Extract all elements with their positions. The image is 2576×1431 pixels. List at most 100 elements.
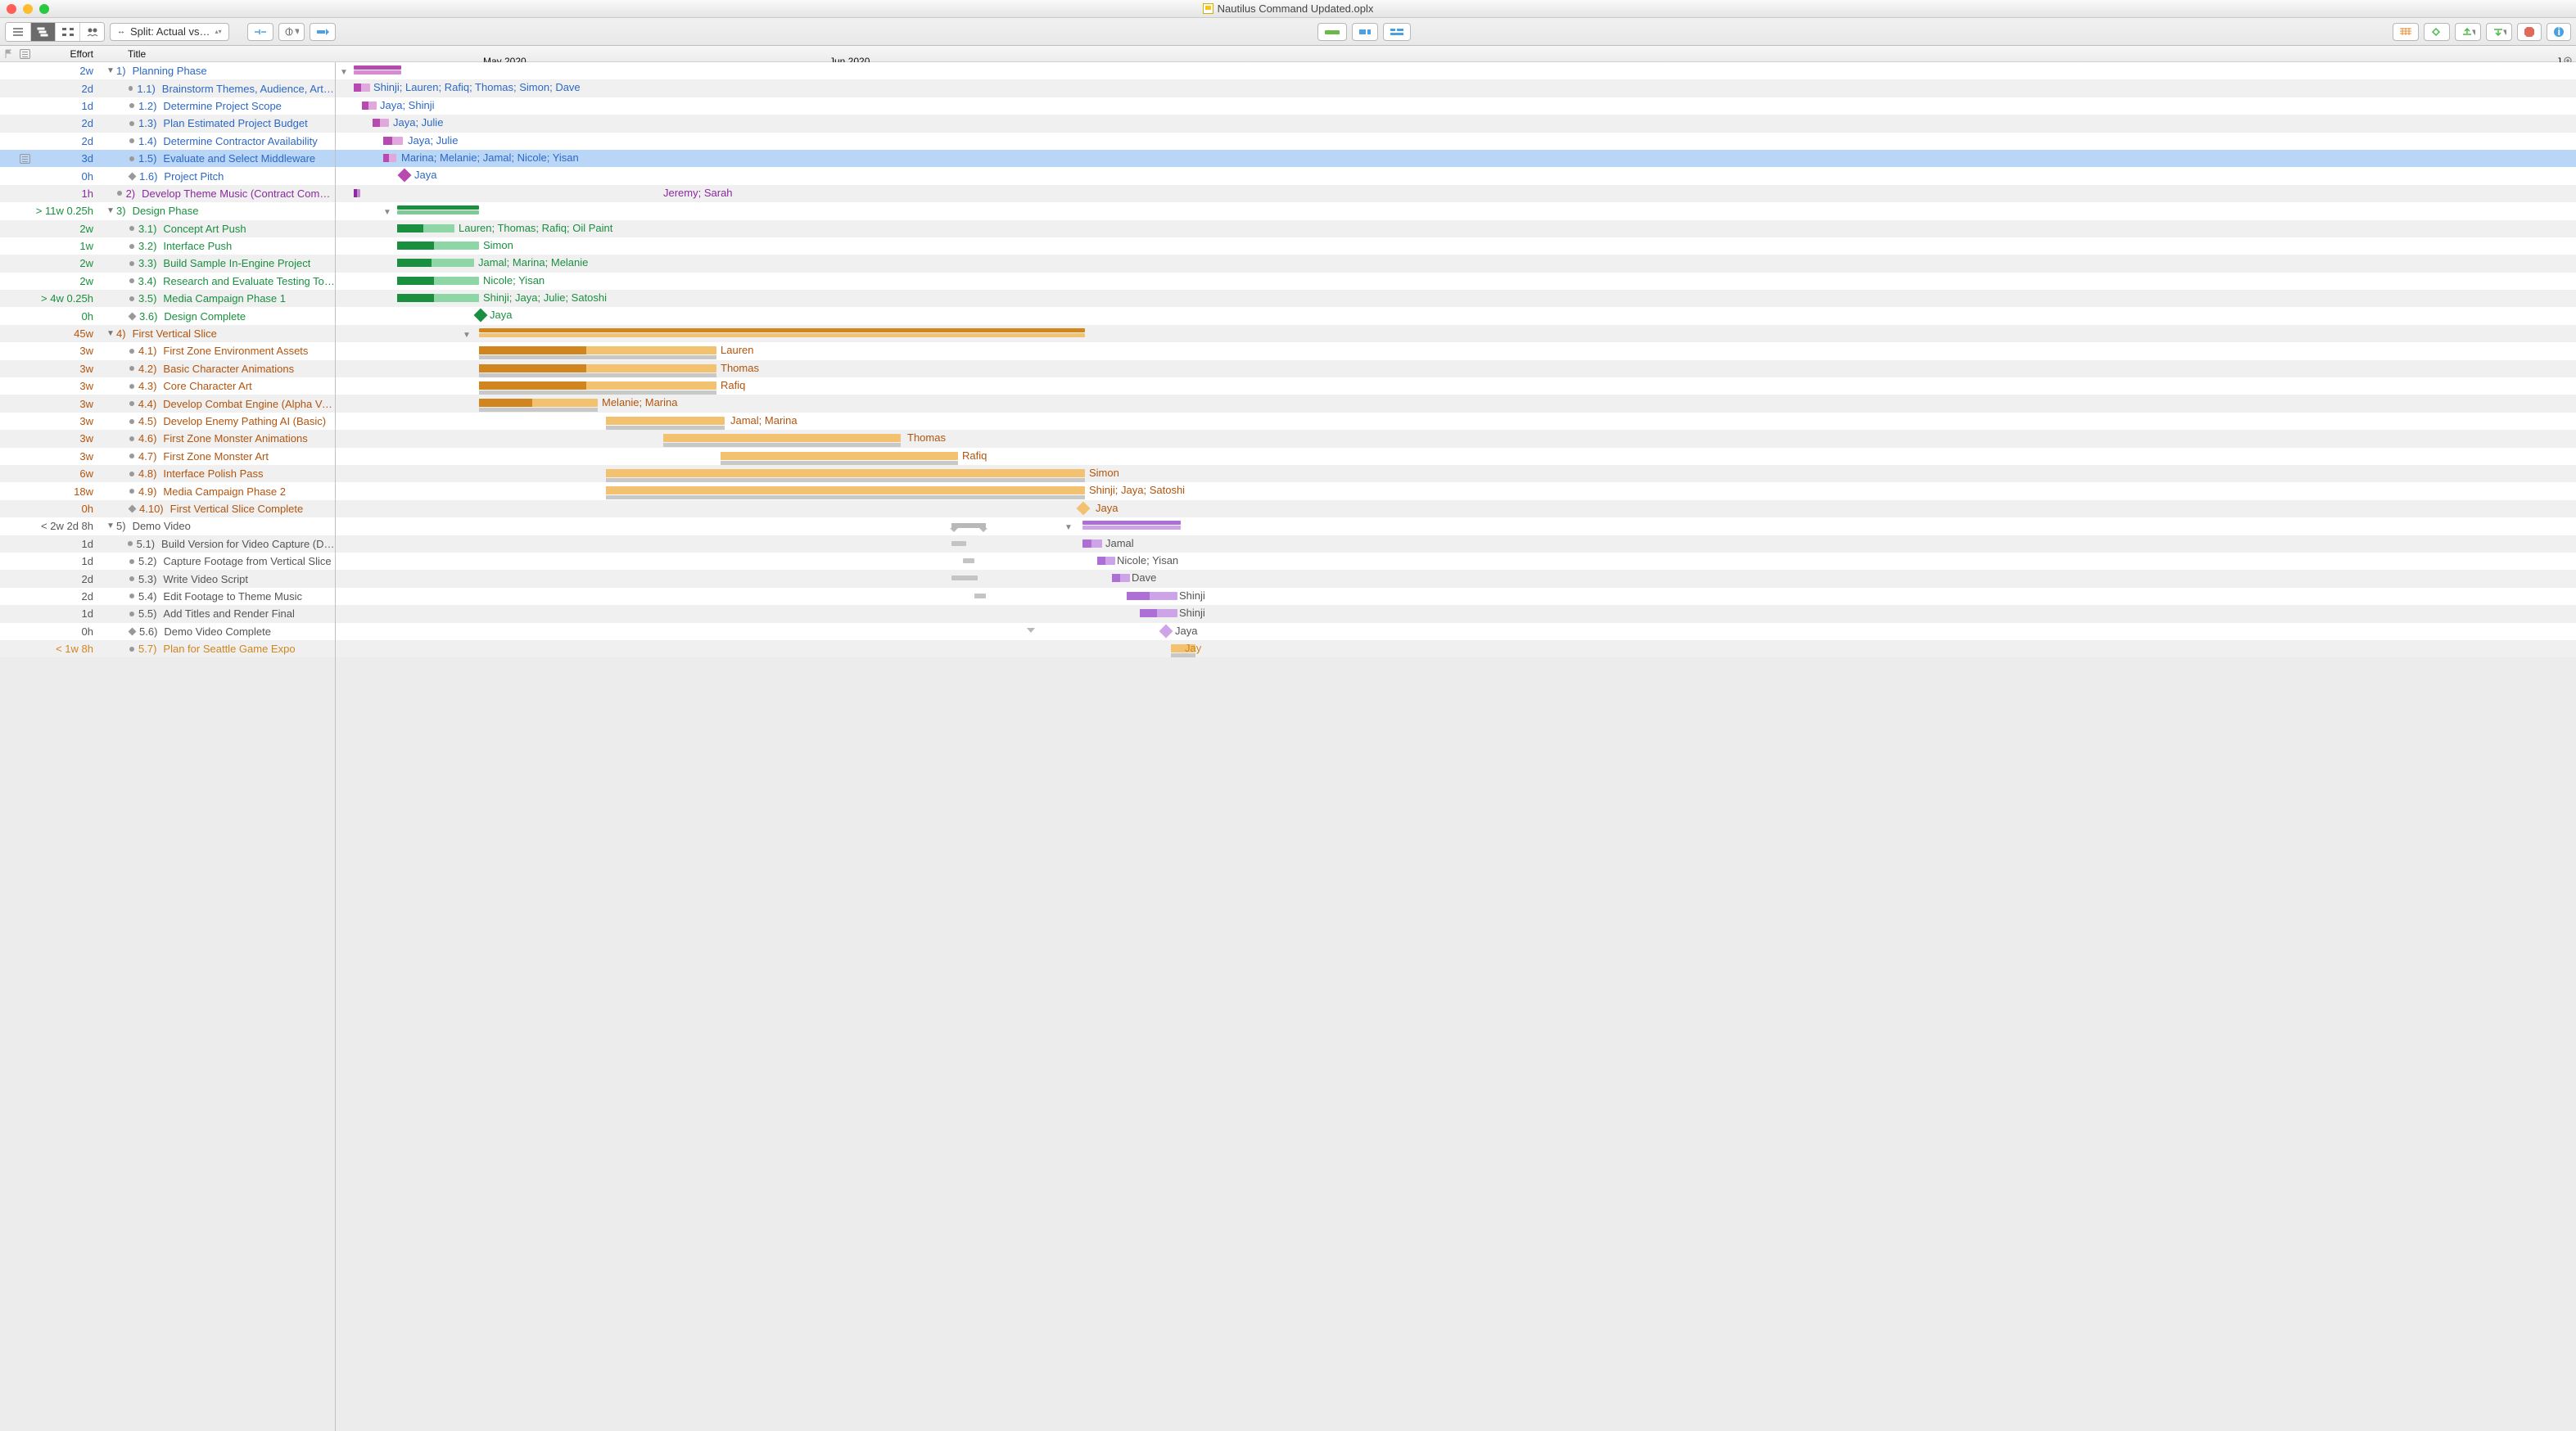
milestone-diamond[interactable] <box>1159 624 1173 638</box>
task-row[interactable]: 3w4.2)Basic Character Animations <box>0 360 335 377</box>
task-bar[interactable] <box>606 417 725 425</box>
gantt-row[interactable]: Thomas <box>336 430 2576 447</box>
summary-bar-actual[interactable] <box>354 65 401 70</box>
gantt-row[interactable]: Dave <box>336 570 2576 587</box>
task-row[interactable]: 2d1.3)Plan Estimated Project Budget <box>0 115 335 132</box>
task-bar[interactable] <box>383 154 396 162</box>
info-dropdown[interactable]: i▾ <box>278 23 305 41</box>
task-bar[interactable] <box>721 452 958 460</box>
task-bar[interactable] <box>354 189 360 197</box>
summary-bar-actual[interactable] <box>479 328 1085 332</box>
task-row[interactable]: 3w4.1)First Zone Environment Assets <box>0 342 335 359</box>
gantt-row[interactable]: Nicole; Yisan <box>336 273 2576 290</box>
milestone-diamond[interactable] <box>398 169 412 183</box>
gantt-pane[interactable]: ▼Shinji; Lauren; Rafiq; Thomas; Simon; D… <box>336 62 2576 1431</box>
task-bar[interactable] <box>606 469 1085 477</box>
task-row[interactable]: 0h4.10)First Vertical Slice Complete <box>0 500 335 517</box>
gantt-row[interactable]: Lauren <box>336 342 2576 359</box>
task-row[interactable]: 2d5.4)Edit Footage to Theme Music <box>0 588 335 605</box>
task-row[interactable]: 1d1.2)Determine Project Scope <box>0 97 335 115</box>
gantt-row[interactable]: Jamal; Marina <box>336 413 2576 430</box>
task-bar[interactable] <box>479 381 716 390</box>
link-button[interactable] <box>247 23 273 41</box>
task-bar[interactable] <box>1140 609 1177 617</box>
task-bar[interactable] <box>354 84 370 92</box>
note-cell[interactable] <box>16 154 33 164</box>
minimize-button[interactable] <box>23 4 33 14</box>
summary-bar-planned[interactable] <box>479 333 1085 337</box>
summary-bar-planned[interactable] <box>354 70 401 74</box>
task-bar[interactable] <box>663 434 901 442</box>
gantt-row[interactable]: Jamal; Marina; Melanie <box>336 255 2576 272</box>
gantt-row[interactable]: Jaya <box>336 623 2576 640</box>
gantt-row[interactable]: Shinji; Jaya; Julie; Satoshi <box>336 290 2576 307</box>
export-dropdown[interactable]: ▾ <box>2486 23 2512 41</box>
import-dropdown[interactable]: ▾ <box>2455 23 2481 41</box>
task-row[interactable]: 18w4.9)Media Campaign Phase 2 <box>0 482 335 499</box>
dates-button[interactable] <box>2393 23 2419 41</box>
effort-column-header[interactable]: Effort <box>33 48 98 60</box>
baseline-button[interactable] <box>1317 23 1347 41</box>
gantt-row[interactable]: Jaya <box>336 307 2576 324</box>
task-bar[interactable] <box>479 346 716 354</box>
catchup-button[interactable] <box>310 23 336 41</box>
task-row[interactable]: 1w3.2)Interface Push <box>0 237 335 255</box>
task-row[interactable]: 1d5.2)Capture Footage from Vertical Slic… <box>0 553 335 570</box>
task-bar[interactable] <box>383 137 403 145</box>
view-outline-button[interactable] <box>6 23 30 41</box>
gantt-row[interactable]: ▼ <box>336 202 2576 219</box>
gantt-row[interactable]: Jaya; Julie <box>336 133 2576 150</box>
view-resources-button[interactable] <box>79 23 104 41</box>
gantt-row[interactable]: ▼ <box>336 62 2576 79</box>
gantt-row[interactable]: Jaya; Shinji <box>336 97 2576 115</box>
disclosure-caret[interactable]: ▼ <box>105 206 116 215</box>
task-row[interactable]: 1d5.5)Add Titles and Render Final <box>0 605 335 622</box>
task-row[interactable]: 2d1.1)Brainstorm Themes, Audience, Art S… <box>0 79 335 97</box>
task-row[interactable]: 1d5.1)Build Version for Video Capture (D… <box>0 535 335 553</box>
task-bar[interactable] <box>397 259 474 267</box>
gantt-caret[interactable]: ▼ <box>463 331 471 340</box>
task-row[interactable]: 2w3.3)Build Sample In-Engine Project <box>0 255 335 272</box>
task-bar[interactable] <box>362 102 377 110</box>
gantt-row[interactable]: Simon <box>336 237 2576 255</box>
view-gantt-button[interactable] <box>30 23 55 41</box>
outline-pane[interactable]: 2w▼1)Planning Phase2d1.1)Brainstorm Them… <box>0 62 336 1431</box>
gantt-row[interactable]: Rafiq <box>336 448 2576 465</box>
task-bar[interactable] <box>479 399 598 407</box>
task-bar[interactable] <box>373 119 389 127</box>
task-row[interactable]: 6w4.8)Interface Polish Pass <box>0 465 335 482</box>
task-bar[interactable] <box>397 277 479 285</box>
task-bar[interactable] <box>397 294 479 302</box>
task-row[interactable]: 2d5.3)Write Video Script <box>0 570 335 587</box>
task-row[interactable]: 2w3.1)Concept Art Push <box>0 220 335 237</box>
gantt-row[interactable]: Jamal <box>336 535 2576 553</box>
close-button[interactable] <box>7 4 16 14</box>
summary-bar-actual[interactable] <box>1082 521 1181 525</box>
task-bar[interactable] <box>606 486 1085 494</box>
gantt-row[interactable]: Jeremy; Sarah <box>336 185 2576 202</box>
task-row[interactable]: > 11w 0.25h▼3)Design Phase <box>0 202 335 219</box>
level-button[interactable] <box>1383 23 1411 41</box>
note-column-icon[interactable] <box>16 48 33 60</box>
gantt-row[interactable]: ▼ <box>336 517 2576 535</box>
gantt-row[interactable]: Shinji; Lauren; Rafiq; Thomas; Simon; Da… <box>336 79 2576 97</box>
task-row[interactable]: 0h1.6)Project Pitch <box>0 167 335 184</box>
task-row[interactable]: < 1w 8h5.7)Plan for Seattle Game Expo <box>0 640 335 657</box>
task-row[interactable]: 2d1.4)Determine Contractor Availability <box>0 133 335 150</box>
gantt-row[interactable]: Marina; Melanie; Jamal; Nicole; Yisan <box>336 150 2576 167</box>
task-bar[interactable] <box>397 242 479 250</box>
milestone-diamond[interactable] <box>474 309 488 323</box>
gantt-row[interactable]: Shinji; Jaya; Satoshi <box>336 482 2576 499</box>
gantt-row[interactable]: Jay <box>336 640 2576 657</box>
gantt-row[interactable]: Thomas <box>336 360 2576 377</box>
gantt-row[interactable]: Simon <box>336 465 2576 482</box>
task-row[interactable]: 3w4.5)Develop Enemy Pathing AI (Basic) <box>0 413 335 430</box>
task-row[interactable]: > 4w 0.25h3.5)Media Campaign Phase 1 <box>0 290 335 307</box>
gantt-row[interactable]: Rafiq <box>336 377 2576 395</box>
gantt-row[interactable]: Jaya <box>336 500 2576 517</box>
split-dropdown[interactable]: ↔ Split: Actual vs… ▴▾ <box>110 23 229 41</box>
task-row[interactable]: 2w3.4)Research and Evaluate Testing Tool… <box>0 273 335 290</box>
zoom-button[interactable] <box>39 4 49 14</box>
gantt-row[interactable]: Nicole; Yisan <box>336 553 2576 570</box>
disclosure-caret[interactable]: ▼ <box>105 521 116 530</box>
